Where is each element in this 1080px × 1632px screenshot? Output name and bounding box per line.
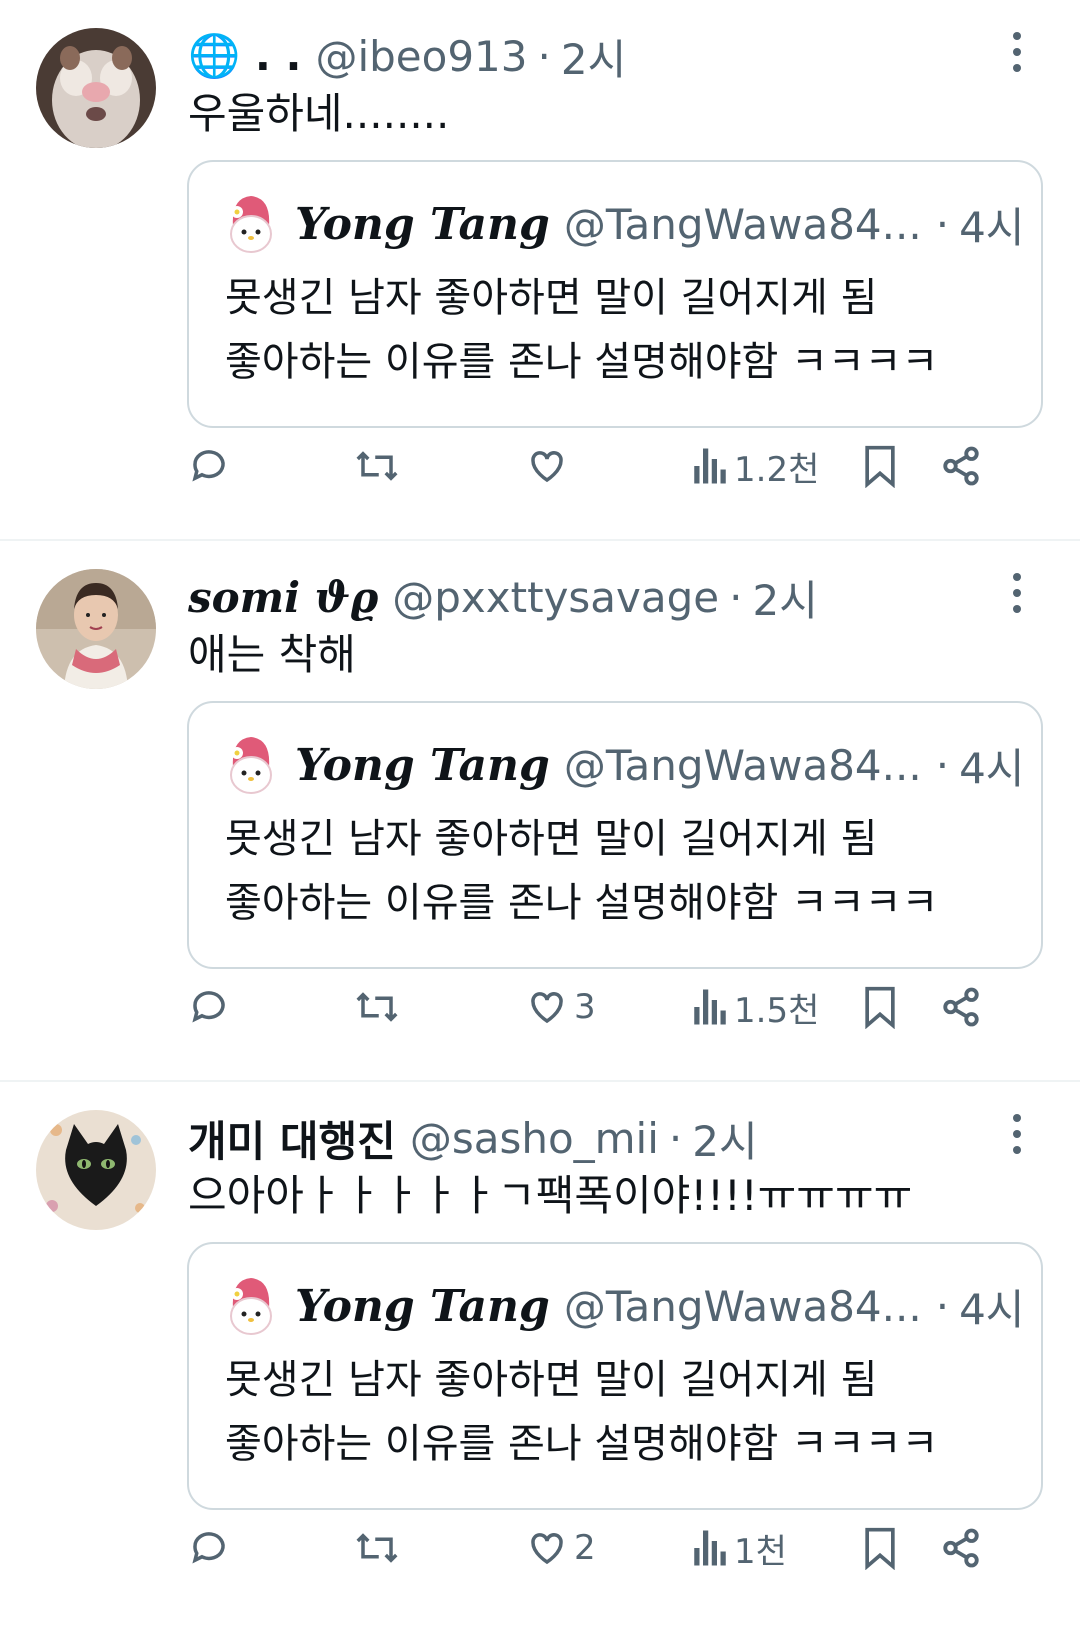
views-button[interactable]: 1천 — [692, 1518, 787, 1578]
quoted-timestamp: 4시 — [959, 1284, 1025, 1334]
quoted-text-line: 못생긴 남자 좋아하면 말이 길어지게 됨 — [225, 816, 878, 862]
like-button[interactable]: 3 — [526, 977, 596, 1037]
user-handle[interactable]: @sasho_mii — [410, 1114, 659, 1163]
timestamp[interactable]: 2시 — [561, 26, 626, 87]
display-name[interactable]: somi ϑϱ — [188, 573, 378, 622]
reply-button[interactable] — [188, 436, 236, 496]
quoted-avatar — [225, 194, 277, 254]
display-name[interactable]: 🌐 . . — [188, 31, 301, 81]
quoted-display-name: Yong Tang — [295, 1280, 550, 1332]
heart-icon — [531, 992, 563, 1024]
separator-dot: · — [935, 199, 950, 249]
quoted-handle: @TangWawa84... — [563, 740, 922, 790]
tweet-text: 애는 착해 — [188, 630, 356, 679]
heart-icon — [531, 451, 563, 483]
tweet-text: 으아아ㅏㅏㅏㅏㅏㄱ팩폭이야!!!!ㅠㅠㅠㅠ — [188, 1171, 913, 1220]
views-chart-icon — [694, 448, 726, 484]
avatar[interactable] — [36, 28, 156, 148]
display-name[interactable]: 개미 대행진 — [188, 1108, 396, 1169]
quoted-display-name: Yong Tang — [295, 198, 550, 250]
views-button[interactable]: 1.2천 — [692, 436, 819, 496]
bookmark-icon — [865, 1527, 895, 1570]
share-button[interactable] — [940, 977, 982, 1037]
quoted-timestamp: 4시 — [959, 743, 1025, 793]
like-count: 2 — [574, 1528, 596, 1568]
user-handle[interactable]: @pxxttysavage — [392, 573, 719, 622]
tweet[interactable]: 개미 대행진 @sasho_mii · 2시 으아아ㅏㅏㅏㅏㅏㄱ팩폭이야!!!!… — [0, 1082, 1080, 1623]
bookmark-icon — [865, 445, 895, 488]
bookmark-icon — [865, 986, 895, 1029]
share-button[interactable] — [940, 436, 982, 496]
action-bar: 1.2천 — [188, 436, 1028, 496]
share-icon — [943, 446, 979, 486]
quoted-text-line: 못생긴 남자 좋아하면 말이 길어지게 됨 — [225, 275, 878, 321]
quoted-display-name: Yong Tang — [295, 739, 550, 791]
reply-button[interactable] — [188, 1518, 236, 1578]
view-count: 1.5천 — [734, 990, 820, 1031]
quoted-text-line: 좋아하는 이유를 존나 설명해야함 ㅋㅋㅋㅋ — [225, 339, 939, 385]
quoted-text-line: 못생긴 남자 좋아하면 말이 길어지게 됨 — [225, 1357, 878, 1403]
bookmark-button[interactable] — [860, 977, 900, 1037]
views-chart-icon — [694, 1530, 726, 1566]
heart-icon — [531, 1533, 563, 1565]
action-bar: 2 1천 — [188, 1518, 1028, 1578]
share-icon — [943, 987, 979, 1027]
quoted-text: 못생긴 남자 좋아하면 말이 길어지게 됨 좋아하는 이유를 존나 설명해야함 … — [225, 1348, 938, 1476]
avatar[interactable] — [36, 569, 156, 689]
separator-dot: · — [537, 31, 551, 81]
retweet-icon — [356, 992, 398, 1022]
separator-dot: · — [729, 572, 743, 622]
retweet-icon — [356, 451, 398, 481]
more-options-icon[interactable] — [1002, 30, 1032, 74]
like-button[interactable]: 2 — [526, 1518, 596, 1578]
reply-icon — [192, 991, 225, 1023]
avatar[interactable] — [36, 1110, 156, 1230]
tweet-text: 우울하네........ — [188, 89, 450, 138]
retweet-button[interactable] — [354, 977, 406, 1037]
quoted-text: 못생긴 남자 좋아하면 말이 길어지게 됨 좋아하는 이유를 존나 설명해야함 … — [225, 266, 938, 394]
quoted-text: 못생긴 남자 좋아하면 말이 길어지게 됨 좋아하는 이유를 존나 설명해야함 … — [225, 807, 938, 935]
retweet-button[interactable] — [354, 1518, 406, 1578]
tweet[interactable]: 🌐 . . @ibeo913 · 2시 우울하네........ Yong Ta… — [0, 0, 1080, 541]
views-chart-icon — [694, 989, 726, 1025]
quoted-text-line: 좋아하는 이유를 존나 설명해야함 ㅋㅋㅋㅋ — [225, 1421, 939, 1467]
more-options-icon[interactable] — [1002, 571, 1032, 615]
like-button[interactable] — [526, 436, 574, 496]
separator-dot: · — [935, 1281, 950, 1331]
quoted-handle: @TangWawa84... — [563, 199, 922, 249]
reply-icon — [192, 450, 225, 482]
action-bar: 3 1.5천 — [188, 977, 1028, 1037]
reply-icon — [192, 1532, 225, 1564]
bookmark-button[interactable] — [860, 436, 900, 496]
share-icon — [943, 1528, 979, 1568]
bookmark-button[interactable] — [860, 1518, 900, 1578]
retweet-button[interactable] — [354, 436, 406, 496]
reply-button[interactable] — [188, 977, 236, 1037]
quoted-avatar — [225, 735, 277, 795]
quoted-text-line: 좋아하는 이유를 존나 설명해야함 ㅋㅋㅋㅋ — [225, 880, 939, 926]
retweet-icon — [356, 1533, 398, 1563]
user-handle[interactable]: @ibeo913 — [315, 32, 527, 81]
separator-dot: · — [935, 740, 950, 790]
more-options-icon[interactable] — [1002, 1112, 1032, 1156]
tweet[interactable]: somi ϑϱ @pxxttysavage · 2시 애는 착해 Yong Ta… — [0, 541, 1080, 1082]
quoted-tweet[interactable]: Yong Tang @TangWawa84... · 4시 못생긴 남자 좋아하… — [187, 701, 1043, 969]
view-count: 1.2천 — [734, 449, 820, 490]
quoted-tweet[interactable]: Yong Tang @TangWawa84... · 4시 못생긴 남자 좋아하… — [187, 160, 1043, 428]
quoted-tweet[interactable]: Yong Tang @TangWawa84... · 4시 못생긴 남자 좋아하… — [187, 1242, 1043, 1510]
separator-dot: · — [668, 1113, 683, 1163]
like-count: 3 — [574, 987, 596, 1027]
share-button[interactable] — [940, 1518, 982, 1578]
quoted-handle: @TangWawa84... — [563, 1281, 922, 1331]
view-count: 1천 — [734, 1531, 787, 1572]
timestamp[interactable]: 2시 — [692, 1108, 757, 1169]
quoted-avatar — [225, 1276, 277, 1336]
views-button[interactable]: 1.5천 — [692, 977, 819, 1037]
quoted-timestamp: 4시 — [959, 202, 1025, 252]
timestamp[interactable]: 2시 — [753, 567, 818, 628]
